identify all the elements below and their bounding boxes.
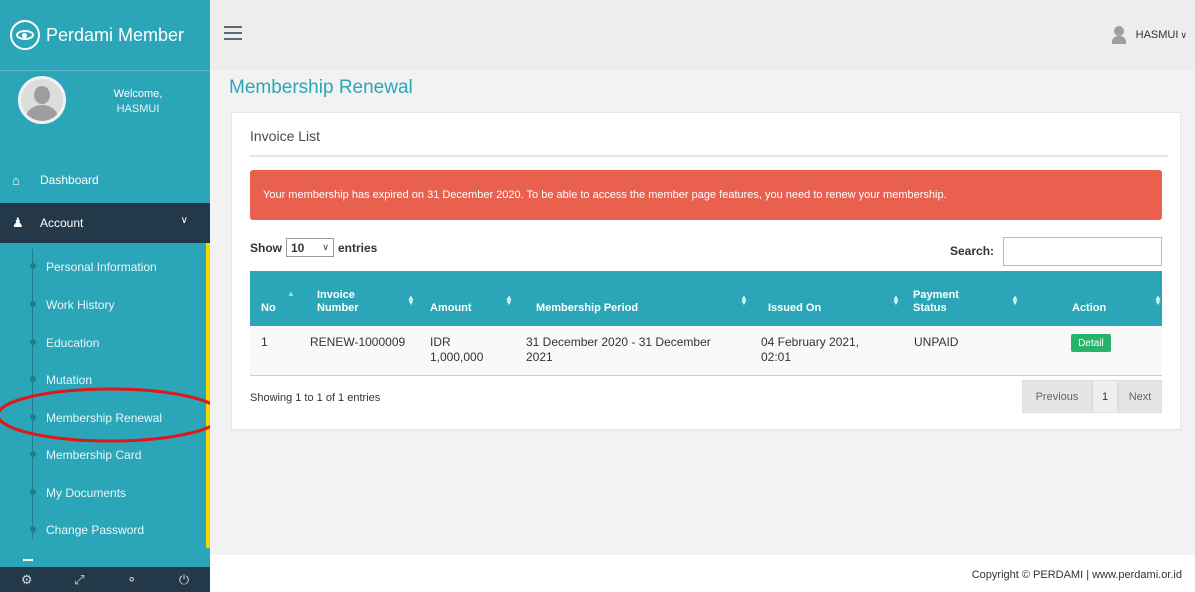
cell-payment-status: UNPAID [914, 335, 959, 349]
sidebar-footer: ⚙ ⤢ ⚬ ⏻ [0, 567, 210, 592]
entries-label: entries [338, 240, 378, 255]
table-row: 1 RENEW-1000009 IDR 1,000,000 31 Decembe… [250, 326, 1162, 376]
column-header-amount[interactable]: Amount ▲ ▼ [430, 271, 520, 326]
sort-icon: ▲ ▼ [892, 293, 900, 307]
sidebar-item-change-password[interactable]: Change Password [0, 511, 206, 548]
avatar [18, 76, 66, 124]
cell-no: 1 [261, 335, 268, 349]
sidebar-item-label: Education [46, 335, 100, 350]
sort-asc-icon: ▲ [287, 289, 295, 298]
main-content: Membership Renewal Invoice List Your mem… [210, 70, 1195, 555]
pagination: Previous 1 Next [1022, 380, 1162, 413]
sidebar-item-account[interactable]: ♟ Account ∨ [0, 203, 210, 243]
table-header: No ▲ Invoice Number ▲ ▼ Amount ▲ ▼ Members… [250, 271, 1162, 326]
detail-button[interactable]: Detail [1071, 334, 1111, 352]
user-icon: ♟ [12, 215, 24, 230]
eye-logo-icon [10, 20, 40, 50]
bullet-icon [30, 339, 36, 345]
show-label: Show [250, 240, 282, 255]
sort-icon: ▲ ▼ [1011, 293, 1019, 307]
column-header-issued-on[interactable]: Issued On ▲ ▼ [768, 271, 900, 326]
divider [249, 155, 1168, 157]
column-header-membership-period[interactable]: Membership Period ▲ ▼ [536, 271, 748, 326]
cell-invoice-number: RENEW-1000009 [310, 335, 406, 349]
welcome-name: HASMUI [116, 103, 160, 115]
home-icon: ⌂ [12, 172, 20, 188]
alert-text: Your membership has expired on 31 Decemb… [263, 189, 947, 201]
sidebar-item-dashboard[interactable]: ⌂ Dashboard [0, 163, 210, 197]
search-input[interactable] [1003, 237, 1162, 266]
bullet-icon [30, 301, 36, 307]
cell-membership-period: 31 December 2020 - 31 December 2021 [526, 335, 711, 364]
sort-icon: ▲ ▼ [740, 293, 748, 307]
column-header-payment-status[interactable]: Payment Status ▲ ▼ [913, 271, 1023, 326]
highlight-ellipse [0, 387, 224, 443]
chevron-down-icon: ∨ [322, 242, 329, 252]
profile: Welcome, HASMUI [0, 70, 210, 140]
welcome-text: Welcome, [113, 88, 163, 100]
cell-issued-on: 04 February 2021, 02:01 [761, 335, 860, 364]
panel-title: Invoice List [250, 128, 321, 144]
sidebar-item-label: Personal Information [46, 259, 157, 274]
column-header-invoice-number[interactable]: Invoice Number ▲ ▼ [317, 271, 417, 326]
cell-amount: IDR 1,000,000 [430, 335, 484, 364]
settings-icon[interactable]: ⚙ [21, 572, 33, 588]
user-name: HASMUI [1135, 29, 1179, 41]
menu-toggle-icon[interactable] [224, 26, 242, 40]
previous-button[interactable]: Previous [1022, 380, 1092, 413]
bullet-icon [30, 263, 36, 269]
footer: Copyright © PERDAMI | www.perdami.or.id [210, 555, 1195, 592]
sidebar-item-label: Dashboard [40, 173, 99, 187]
page-1-button[interactable]: 1 [1092, 380, 1118, 413]
next-button[interactable]: Next [1118, 380, 1162, 413]
sidebar-item-label: Membership Card [46, 447, 142, 462]
bullet-icon [30, 376, 36, 382]
fullscreen-icon[interactable]: ⤢ [74, 572, 84, 588]
brand-title: Perdami Member [46, 24, 185, 45]
sidebar-item-label: Work History [46, 297, 115, 312]
sidebar: Perdami Member Welcome, HASMUI ⌂ Dashboa… [0, 0, 210, 592]
show-entries: Show 10 ∨ entries [250, 238, 377, 257]
column-header-no[interactable]: No ▲ [261, 271, 295, 326]
sidebar-item-education[interactable]: Education [0, 324, 206, 361]
bullet-icon [30, 451, 36, 457]
divider [23, 559, 33, 561]
bullet-icon [30, 526, 36, 532]
eye-slash-icon[interactable]: ⚬ [126, 572, 137, 588]
sidebar-item-label: Change Password [46, 522, 145, 537]
entries-select[interactable]: 10 ∨ [286, 238, 334, 257]
bullet-icon [30, 489, 36, 495]
page-title: Membership Renewal [229, 77, 413, 98]
sort-icon: ▲ ▼ [407, 293, 415, 307]
sidebar-item-personal-information[interactable]: Personal Information [0, 248, 206, 285]
topbar: HASMUI ∨ [210, 0, 1195, 70]
sort-icon: ▲ ▼ [505, 293, 513, 307]
sidebar-item-label: Account [40, 216, 84, 230]
expired-alert: Your membership has expired on 31 Decemb… [250, 170, 1162, 220]
chevron-down-icon: ∨ [180, 215, 188, 226]
copyright-text: Copyright © PERDAMI | www.perdami.or.id [971, 569, 1182, 581]
avatar [1111, 26, 1126, 44]
sidebar-item-label: My Documents [46, 485, 127, 500]
sort-icon: ▲ ▼ [1154, 293, 1162, 307]
sidebar-item-work-history[interactable]: Work History [0, 286, 206, 323]
chevron-down-icon: ∨ [1180, 29, 1187, 40]
invoice-table: No ▲ Invoice Number ▲ ▼ Amount ▲ ▼ Members… [250, 271, 1162, 376]
sidebar-item-my-documents[interactable]: My Documents [0, 474, 206, 511]
table-info: Showing 1 to 1 of 1 entries [250, 392, 381, 404]
invoice-panel: Invoice List Your membership has expired… [231, 112, 1181, 430]
brand[interactable]: Perdami Member [0, 0, 210, 70]
column-header-action[interactable]: Action ▲ ▼ [1072, 271, 1162, 326]
power-icon[interactable]: ⏻ [179, 572, 189, 588]
user-menu[interactable]: HASMUI ∨ [1111, 26, 1187, 44]
entries-value: 10 [291, 240, 305, 255]
search-label: Search: [950, 244, 995, 258]
